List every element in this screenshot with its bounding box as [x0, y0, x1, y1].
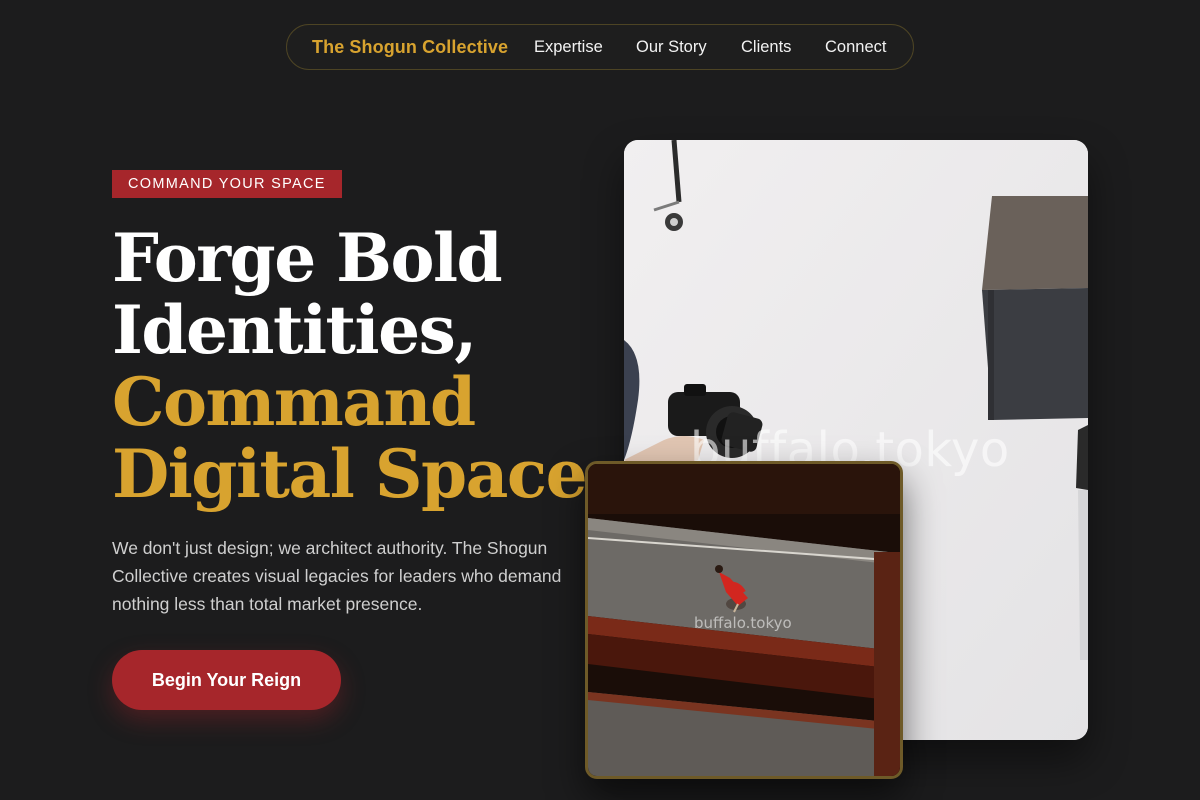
hero-headline: Forge Bold Identities, Command Digital S… [112, 222, 612, 510]
nav-link-our-story[interactable]: Our Story [636, 38, 707, 57]
red-figure-photo: buffalo.tokyo [585, 461, 903, 779]
landing-page: The Shogun Collective Expertise Our Stor… [0, 0, 1200, 800]
nav-link-connect[interactable]: Connect [825, 38, 886, 57]
headline-line-2: Identities, [112, 291, 477, 369]
headline-line-4: Digital Space. [112, 435, 609, 513]
hero-tag: COMMAND YOUR SPACE [112, 170, 342, 198]
headline-line-1: Forge Bold [112, 219, 503, 297]
brand-logo[interactable]: The Shogun Collective [312, 37, 508, 58]
begin-your-reign-button[interactable]: Begin Your Reign [112, 650, 341, 710]
headline-line-3: Command [112, 363, 476, 441]
nav-link-expertise[interactable]: Expertise [534, 38, 603, 57]
inset-photo-watermark: buffalo.tokyo [694, 614, 792, 632]
nav-link-clients[interactable]: Clients [741, 38, 791, 57]
top-nav: The Shogun Collective Expertise Our Stor… [286, 24, 914, 70]
hero-description: We don't just design; we architect autho… [112, 538, 562, 614]
